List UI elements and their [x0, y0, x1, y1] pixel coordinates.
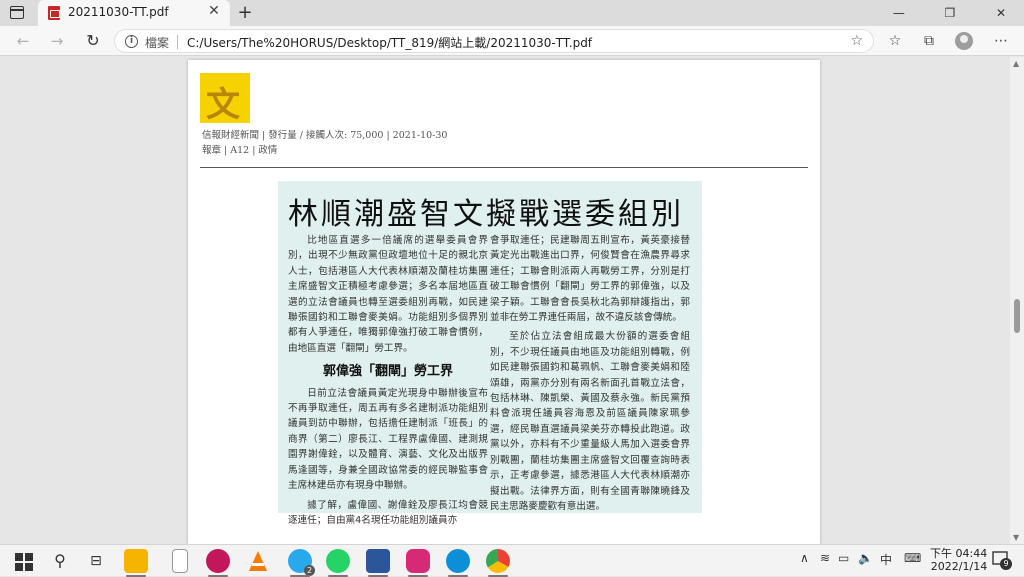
telegram-icon[interactable]: 2: [288, 549, 315, 577]
battery-icon[interactable]: ▭: [838, 551, 849, 565]
article-meta: 信報財經新聞 | 發行量 / 接觸人次: 75,000 | 2021-10-30…: [202, 128, 447, 158]
collections-icon[interactable]: ⧉: [918, 31, 940, 51]
scroll-down-icon[interactable]: ▼: [1013, 533, 1019, 542]
whatsapp-icon[interactable]: [326, 549, 350, 577]
clock-time: 下午 04:44: [930, 547, 988, 560]
new-tab-button[interactable]: +: [236, 2, 254, 23]
headline: 林順潮盛智文擬戰選委組別: [288, 197, 684, 232]
network-icon[interactable]: ≋: [820, 551, 830, 565]
address-bar[interactable]: i 檔案 C:/Users/The%20HORUS/Desktop/TT_819…: [114, 29, 874, 53]
tab-close-icon[interactable]: ✕: [206, 3, 222, 19]
task-view-icon[interactable]: ⊟: [84, 549, 108, 573]
pdf-page: 文 信報財經新聞 | 發行量 / 接觸人次: 75,000 | 2021-10-…: [188, 60, 820, 544]
scroll-up-icon[interactable]: ▲: [1013, 59, 1019, 68]
window-caption-buttons: — ❐ ✕: [876, 0, 1024, 26]
tray-chevron-icon[interactable]: ∧: [800, 551, 809, 565]
tab-actions-icon[interactable]: [10, 6, 24, 19]
vlc-icon[interactable]: [246, 549, 270, 573]
paragraph: 會爭取連任；民建聯周五則宣布，黃英豪接替黃定光出戰進出口界，何俊賢會在漁農界尋求…: [490, 235, 690, 324]
vertical-scrollbar[interactable]: ▲ ▼: [1010, 57, 1024, 544]
divider-rule: [200, 167, 808, 168]
back-button[interactable]: ←: [12, 31, 34, 51]
column-left: 比地區直選多一倍議席的選舉委員會界別，出現不少無政黨但政壇地位十足的親北京人士，…: [288, 233, 488, 528]
tab-strip: 20211030-TT.pdf ✕ + — ❐ ✕: [0, 0, 1024, 26]
chrome-icon[interactable]: [486, 549, 510, 577]
taskbar: ⚲ ⊟ 2 ∧ ≋ ▭ 🔈 中 ⌨ 下午 04:44 2022/1/14 9: [0, 544, 1024, 577]
instagram-icon[interactable]: [406, 549, 430, 577]
forward-button[interactable]: →: [46, 31, 68, 51]
telegram-badge: 2: [304, 565, 315, 576]
volume-icon[interactable]: 🔈: [858, 551, 873, 565]
start-button[interactable]: [12, 549, 36, 573]
more-menu-icon[interactable]: ⋯: [990, 31, 1012, 51]
paragraph: 據了解，盧偉國、謝偉銓及廖長江均會競逐連任；自由黨4名現任功能組別議員亦: [288, 499, 488, 526]
news-clipping: 林順潮盛智文擬戰選委組別 比地區直選多一倍議席的選舉委員會界別，出現不少無政黨但…: [278, 181, 702, 526]
paragraph: 比地區直選多一倍議席的選舉委員會界別，出現不少無政黨但政壇地位十足的親北京人士，…: [288, 235, 488, 354]
paragraph: 至於佔立法會組成最大份額的選委會組別，不少現任議員由地區及功能組別轉戰，例如民建…: [490, 331, 690, 512]
edge-icon[interactable]: [446, 549, 470, 577]
close-window-button[interactable]: ✕: [978, 0, 1024, 26]
scroll-thumb[interactable]: [1014, 299, 1020, 333]
snip-icon[interactable]: [206, 549, 230, 577]
paragraph: 日前立法會議員黃定光現身中聯辦後宣布不再爭取連任，周五再有多名建制派功能組別議員…: [288, 387, 488, 492]
pdf-viewer[interactable]: 文 信報財經新聞 | 發行量 / 接觸人次: 75,000 | 2021-10-…: [0, 57, 1024, 544]
subheading: 郭偉強「翻閘」勞工界: [322, 364, 453, 380]
notification-icon[interactable]: 9: [992, 550, 1012, 570]
logo-glyph: 文: [206, 85, 240, 125]
publication-logo: 文: [200, 73, 250, 125]
word-icon[interactable]: [366, 549, 390, 577]
ime-mode[interactable]: 中: [880, 551, 892, 568]
add-favorite-icon[interactable]: ☆: [850, 33, 863, 49]
browser-toolbar: ← → ↻ i 檔案 C:/Users/The%20HORUS/Desktop/…: [0, 26, 1024, 56]
info-icon[interactable]: i: [125, 35, 138, 48]
column-right: 會爭取連任；民建聯周五則宣布，黃英豪接替黃定光出戰進出口界，何俊賢會在漁農界尋求…: [490, 233, 690, 514]
file-explorer-icon[interactable]: [124, 549, 148, 577]
maximize-button[interactable]: ❐: [927, 0, 973, 26]
minimize-button[interactable]: —: [876, 0, 922, 26]
url-text[interactable]: C:/Users/The%20HORUS/Desktop/TT_819/網站上載…: [187, 34, 592, 51]
keyboard-icon[interactable]: ⌨: [904, 551, 921, 565]
notepad-icon[interactable]: [172, 549, 188, 573]
reload-button[interactable]: ↻: [82, 31, 104, 51]
favorites-icon[interactable]: ☆: [884, 31, 906, 51]
tab-title: 20211030-TT.pdf: [68, 5, 169, 19]
system-clock[interactable]: 下午 04:44 2022/1/14: [930, 547, 987, 573]
search-icon[interactable]: ⚲: [48, 549, 72, 573]
address-divider: [177, 35, 178, 49]
clock-date: 2022/1/14: [930, 560, 988, 573]
pdf-icon: [48, 6, 60, 20]
meta-line-2: 報章 | A12 | 政情: [202, 145, 278, 156]
meta-line-1: 信報財經新聞 | 發行量 / 接觸人次: 75,000 | 2021-10-30: [202, 130, 448, 141]
file-label: 檔案: [145, 36, 170, 50]
tab-active[interactable]: 20211030-TT.pdf ✕: [38, 0, 230, 26]
notification-count: 9: [1000, 558, 1012, 570]
profile-avatar[interactable]: [955, 32, 973, 50]
